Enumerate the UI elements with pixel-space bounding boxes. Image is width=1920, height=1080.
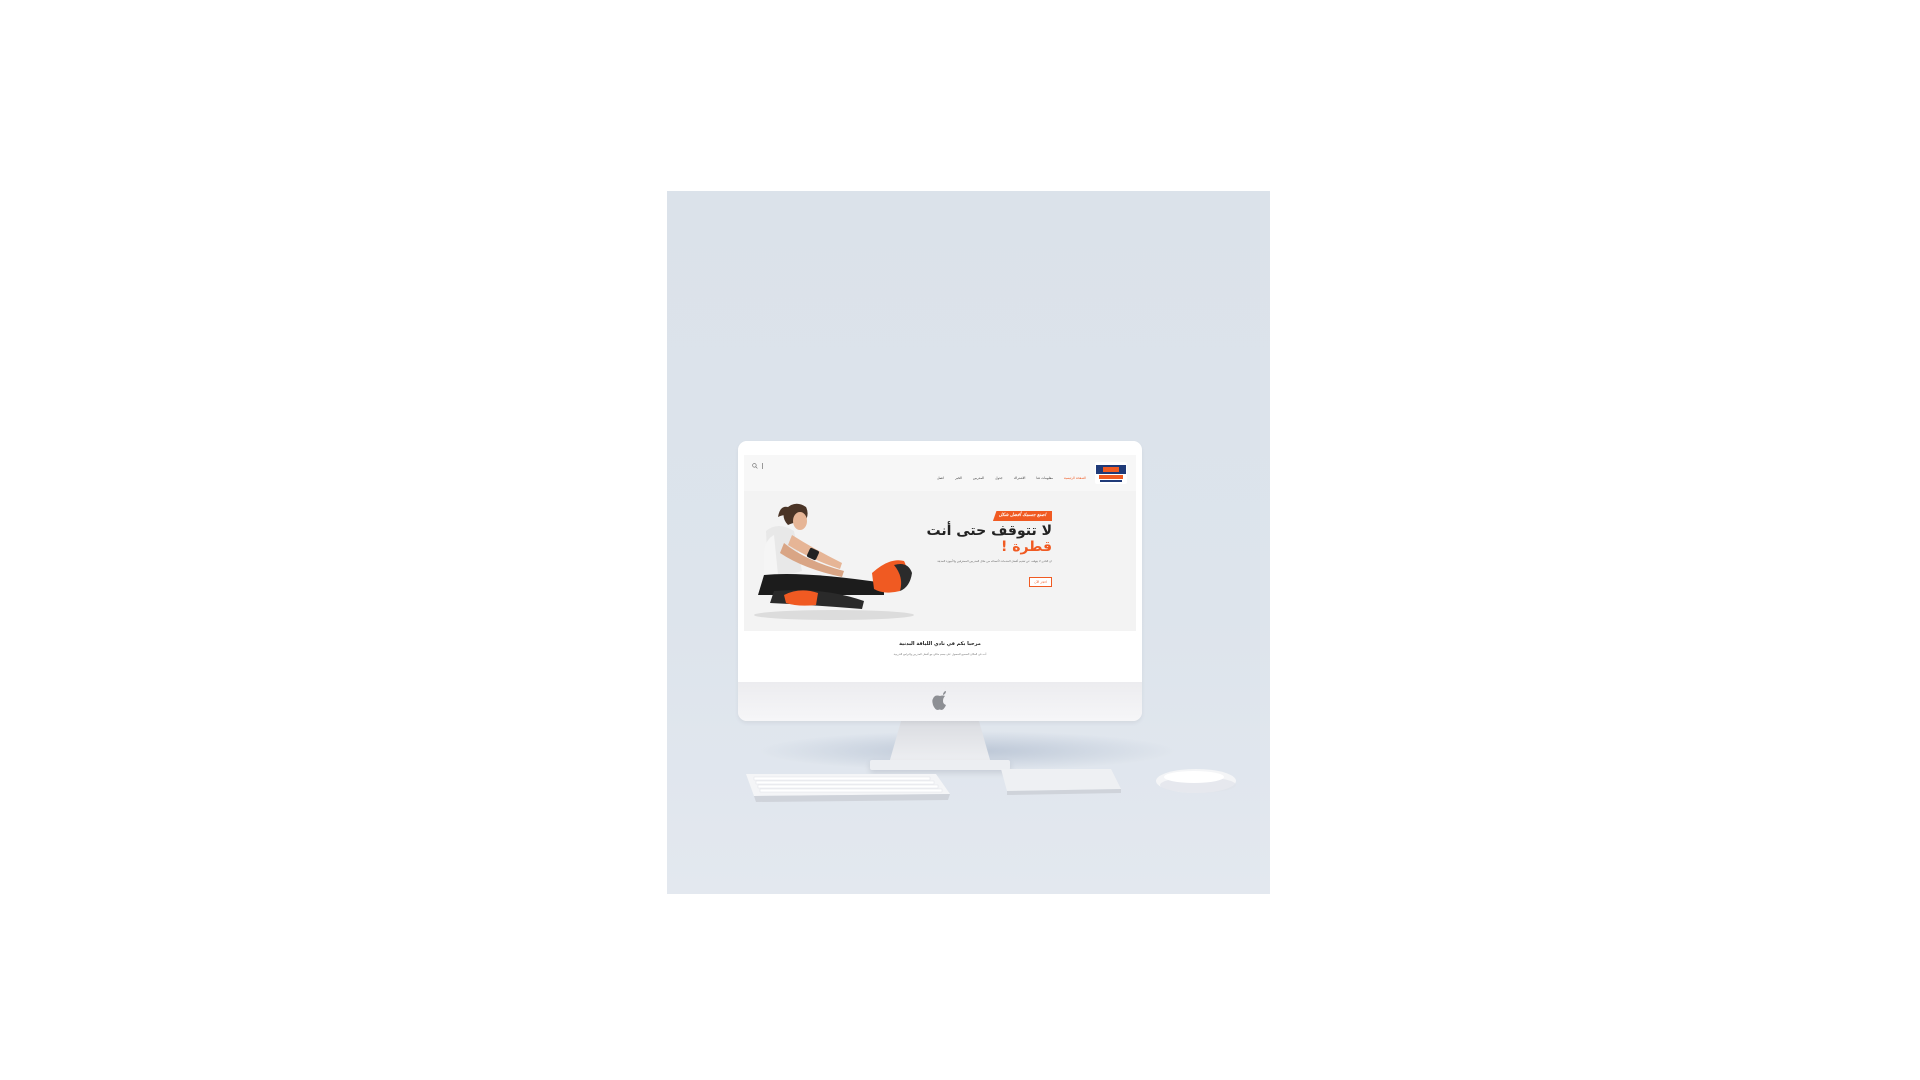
hero-description: ان النادي لا يتوقف عن تقديم أفضل الخدمات… — [937, 559, 1052, 563]
nav-item-contact[interactable]: اتصل — [937, 476, 944, 480]
nav-item-trainers[interactable]: المدربين — [973, 476, 984, 480]
nav-item-about[interactable]: معلومات عنا — [1036, 476, 1052, 480]
nav-divider — [762, 463, 763, 469]
website-screen: الصفحة الرئيسية معلومات عنا الاشتراك جدو… — [744, 455, 1136, 675]
mockup-scene: الصفحة الرئيسية معلومات عنا الاشتراك جدو… — [667, 191, 1270, 894]
search-icon[interactable] — [752, 463, 758, 469]
nav-item-home[interactable]: الصفحة الرئيسية — [1064, 476, 1086, 480]
imac-monitor: الصفحة الرئيسية معلومات عنا الاشتراك جدو… — [738, 441, 1142, 721]
welcome-section: مرحبا بكم في نادي اللياقة البدنية أنت في… — [744, 631, 1136, 675]
monitor-bezel: الصفحة الرئيسية معلومات عنا الاشتراك جدو… — [738, 441, 1142, 682]
welcome-text: أنت في المكان الصحيح للحصول على جسم مثال… — [893, 653, 987, 656]
mouse-image — [1156, 769, 1236, 793]
keyboard-image — [746, 774, 950, 802]
gym-logo-icon — [1095, 462, 1127, 484]
main-nav: الصفحة الرئيسية معلومات عنا الاشتراك جدو… — [754, 464, 1086, 480]
hero-tagline: اصنع جسمك أفضل شكل — [992, 511, 1052, 521]
apple-logo-icon — [932, 691, 946, 710]
site-header: الصفحة الرئيسية معلومات عنا الاشتراك جدو… — [744, 455, 1136, 491]
welcome-title: مرحبا بكم في نادي اللياقة البدنية — [899, 641, 981, 647]
hero-headline-accent: قطرة ! — [1000, 539, 1052, 555]
nav-item-news[interactable]: الخبر — [955, 476, 962, 480]
hero-section: اصنع جسمك أفضل شكل لا تتوقف حتى أنت قطرة… — [744, 491, 1136, 631]
nav-item-schedule[interactable]: جدول — [995, 476, 1003, 480]
athlete-stretching-image — [744, 491, 934, 631]
hero-headline: لا تتوقف حتى أنت — [926, 523, 1052, 539]
book-now-button[interactable]: احجز الآن — [1029, 577, 1052, 587]
nav-item-subscription[interactable]: الاشتراك — [1014, 476, 1026, 480]
trackpad-image — [1001, 769, 1121, 795]
